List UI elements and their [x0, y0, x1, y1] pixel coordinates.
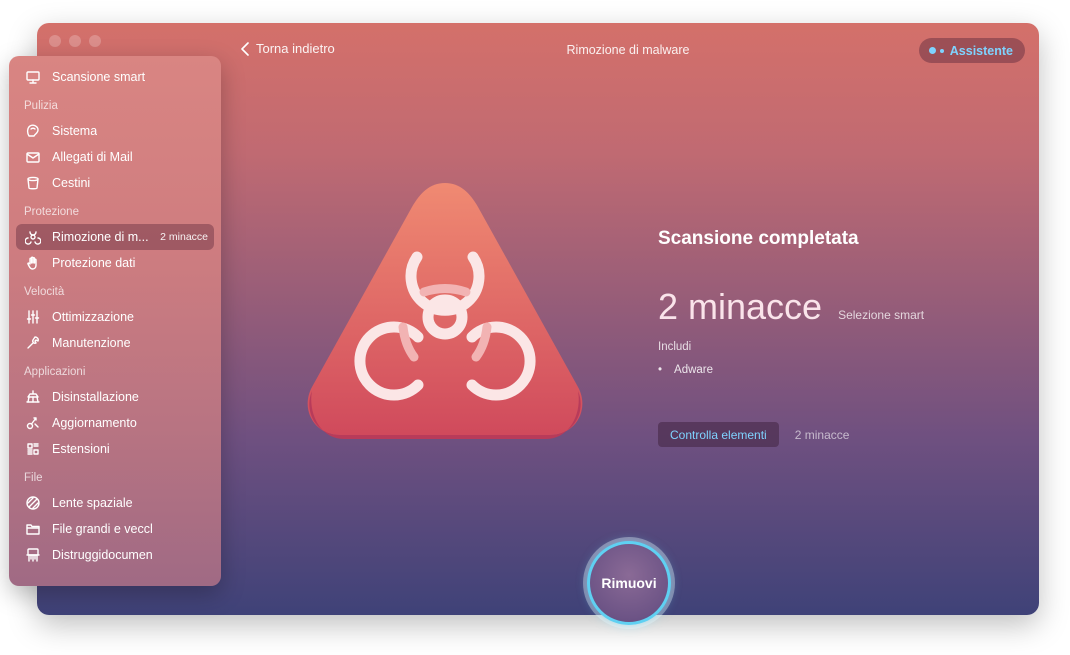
sidebar: Scansione smart Pulizia Sistema Allegati di…	[9, 56, 221, 586]
monitor-icon	[24, 68, 42, 86]
uninstall-icon	[24, 388, 42, 406]
review-row: Controlla elementi 2 minacce	[658, 422, 849, 447]
includes-label: Includi	[658, 341, 692, 353]
scan-result-title: Scansione completata	[658, 228, 859, 249]
wrench-icon	[24, 334, 42, 352]
mail-icon	[24, 148, 42, 166]
sidebar-item-ottimizzazione[interactable]: Ottimizzazione	[16, 304, 214, 330]
includes-item: • Adware	[658, 364, 714, 376]
sidebar-section-title: Protezione	[24, 206, 79, 218]
review-items-button[interactable]: Controlla elementi	[658, 422, 779, 447]
remove-button-halo: Rimuovi	[583, 537, 675, 629]
space-lens-icon	[24, 494, 42, 512]
sidebar-section-title: Pulizia	[24, 100, 58, 112]
sidebar-item-label: Sistema	[52, 124, 98, 138]
sidebar-item-manutenzione[interactable]: Manutenzione	[16, 330, 214, 356]
threat-count: 2 minacce	[658, 286, 823, 327]
sidebar-item-badge: 2 minacce	[160, 231, 208, 243]
review-count: 2 minacce	[794, 427, 850, 442]
sidebar-item-lente-spaziale[interactable]: Lente spaziale	[16, 490, 214, 516]
window-title: Rimozione di malware	[566, 43, 690, 57]
sidebar-item-label: Distruggidocumenti	[52, 548, 152, 562]
assistant-button[interactable]: Assistente	[918, 38, 1025, 63]
sidebar-item-scansione-smart[interactable]: Scansione smart	[16, 64, 214, 90]
shredder-icon	[24, 546, 42, 564]
update-icon	[24, 414, 42, 432]
trash-icon	[24, 174, 42, 192]
threat-summary: 2 minacce Selezione smart	[658, 286, 924, 328]
smart-selection-label: Selezione smart	[838, 308, 925, 322]
sidebar-item-estensioni[interactable]: Estensioni	[16, 436, 214, 462]
sidebar-item-label: Lente spaziale	[52, 496, 133, 510]
sidebar-item-label: Estensioni	[52, 442, 110, 456]
sidebar-item-allegati-di-mail[interactable]: Allegati di Mail	[16, 144, 214, 170]
sidebar-section-title: File	[24, 472, 43, 484]
extensions-icon	[24, 440, 42, 458]
sidebar-item-aggiornamento[interactable]: Aggiornamento	[16, 410, 214, 436]
remove-button[interactable]: Rimuovi	[587, 541, 671, 625]
sidebar-item-label: Cestini	[52, 176, 91, 190]
assistant-dots-icon	[928, 47, 944, 54]
sidebar-item-sistema[interactable]: Sistema	[16, 118, 214, 144]
hand-icon	[24, 254, 42, 272]
includes-item-label: Adware	[674, 364, 714, 376]
sidebar-item-protezione-dati[interactable]: Protezione dati	[16, 250, 214, 276]
sidebar-item-rimozione-di-m[interactable]: Rimozione di m... 2 minacce	[16, 224, 214, 250]
sidebar-item-label: File grandi e vecchi	[52, 522, 152, 536]
sidebar-item-label: Rimozione di m...	[52, 230, 149, 244]
sidebar-section-title: Applicazioni	[24, 366, 86, 378]
sidebar-section-title: Velocità	[24, 286, 65, 298]
scan-result-panel: Scansione completata 2 minacce Selezione…	[658, 228, 924, 447]
sidebar-item-label: Aggiornamento	[52, 416, 137, 430]
sidebar-item-label: Protezione dati	[52, 256, 136, 270]
sidebar-item-disinstallazione[interactable]: Disinstallazione	[16, 384, 214, 410]
folder-icon	[24, 520, 42, 538]
sidebar-item-label: Disinstallazione	[52, 390, 139, 404]
sliders-icon	[24, 308, 42, 326]
biohazard-hero-icon	[307, 183, 583, 439]
sidebar-item-label: Allegati di Mail	[52, 150, 133, 164]
sidebar-item-label: Ottimizzazione	[52, 310, 134, 324]
sidebar-item-label: Scansione smart	[52, 70, 146, 84]
disc-icon	[24, 122, 42, 140]
assistant-label: Assistente	[949, 43, 1013, 58]
sidebar-item-cestini[interactable]: Cestini	[16, 170, 214, 196]
biohazard-icon	[24, 228, 42, 246]
sidebar-item-label: Manutenzione	[52, 336, 131, 350]
sidebar-item-distruggidocumenti[interactable]: Distruggidocumenti	[16, 542, 214, 568]
sidebar-item-file-grandi-e-vecchi[interactable]: File grandi e vecchi	[16, 516, 214, 542]
